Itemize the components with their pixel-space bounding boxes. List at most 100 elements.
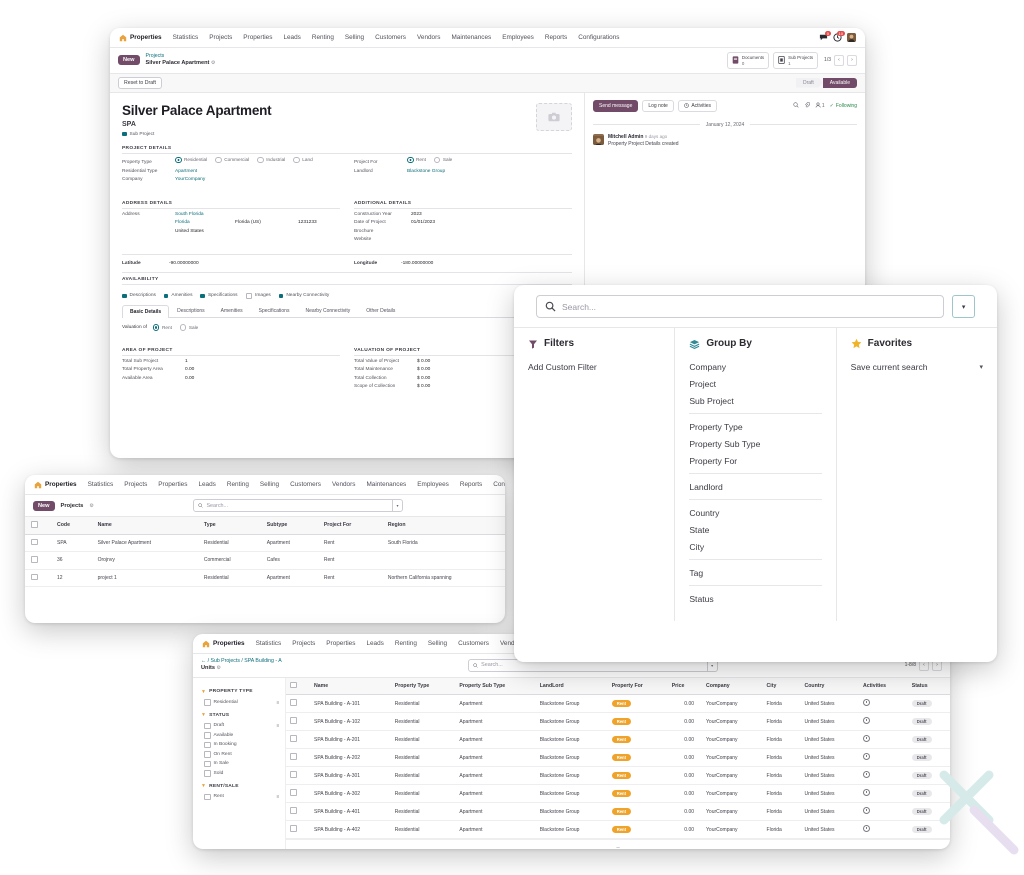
table-row[interactable]: 36 Orojnvy Commercial Cafes Rent (25, 551, 505, 570)
col-activities[interactable]: Activities (856, 677, 906, 696)
filter-item-available[interactable]: Available (201, 731, 279, 741)
col-name[interactable]: Name (308, 677, 389, 696)
table-row[interactable]: 12 project 1 Residential Apartment Rent … (25, 569, 505, 587)
row-checkbox[interactable] (31, 538, 38, 545)
menu-selling[interactable]: Selling (345, 34, 364, 41)
activities-button[interactable]: Activities (677, 99, 718, 112)
col-price[interactable]: Price (665, 677, 701, 696)
address-zip[interactable]: 1231233 (298, 220, 317, 225)
menu2-leads[interactable]: Leads (198, 481, 215, 488)
messages-icon[interactable]: 0 (819, 31, 831, 42)
col-region[interactable]: Region (381, 517, 505, 535)
search-dropdown-toggle-2[interactable]: ▾ (392, 500, 398, 511)
chatter-attachment-icon[interactable] (804, 101, 810, 110)
app-brand-4[interactable]: Properties (202, 640, 245, 648)
tab-other-details[interactable]: Other Details (358, 304, 403, 317)
sub-project-checkbox-row[interactable]: Sub Project (122, 132, 536, 137)
menu2-selling[interactable]: Selling (260, 481, 279, 488)
groupby-property-for[interactable]: Property For (689, 452, 821, 469)
residential-type-value[interactable]: Apartment (175, 169, 197, 174)
row-checkbox[interactable] (31, 573, 38, 580)
cell-activities[interactable] (856, 820, 906, 840)
groupby-tag[interactable]: Tag (689, 564, 821, 581)
table-row[interactable]: SPA Building - A-301 Residential Apartment… (286, 766, 950, 786)
menu-configurations[interactable]: Configurations (578, 34, 619, 41)
menu4-leads[interactable]: Leads (366, 640, 383, 647)
table-row[interactable]: SPA Building - A-302 Residential Apartment… (286, 784, 950, 804)
search-input-2[interactable]: Search... ▾ (193, 499, 404, 512)
availability-images[interactable]: Images (245, 292, 271, 299)
radio-sale[interactable]: Sale (433, 156, 452, 163)
address-street[interactable]: South Florida (175, 212, 204, 217)
row-checkbox[interactable] (290, 825, 297, 832)
tab-nearby-connectivity[interactable]: Nearby Connectivity (297, 304, 358, 317)
filter-add-custom-filter[interactable]: Add Custom Filter (528, 358, 660, 375)
tab-descriptions[interactable]: Descriptions (169, 304, 213, 317)
availability-nearby-connectivity[interactable]: Nearby Connectivity (278, 293, 329, 300)
row-checkbox[interactable] (290, 753, 297, 760)
activities-icon[interactable]: 10 (833, 31, 845, 42)
breadcrumb-parent[interactable]: Projects (146, 53, 216, 60)
col-city[interactable]: City (760, 677, 799, 696)
cell-activities[interactable] (856, 730, 906, 750)
cell-activities[interactable] (856, 784, 906, 804)
menu2-employees[interactable]: Employees (417, 481, 449, 488)
row-checkbox[interactable] (290, 807, 297, 814)
col-company[interactable]: Company (700, 677, 761, 696)
groupby-company[interactable]: Company (689, 358, 821, 375)
pager-prev-button[interactable]: ‹ (834, 54, 844, 66)
col-type[interactable]: Type (197, 517, 261, 535)
gear-icon[interactable]: ⚙ (211, 60, 215, 66)
tab-specifications[interactable]: Specifications (251, 304, 298, 317)
groupby-landlord[interactable]: Landlord (689, 478, 821, 495)
followers-count[interactable]: 1 (815, 102, 825, 109)
image-placeholder[interactable] (536, 102, 572, 131)
status-available[interactable]: Available (822, 77, 857, 88)
cell-activities[interactable] (856, 748, 906, 768)
radio-residential[interactable]: Residential (175, 156, 207, 163)
radio-industrial[interactable]: Industrial (257, 156, 285, 163)
menu2-renting[interactable]: Renting (227, 481, 249, 488)
radio-valuation-sale[interactable]: Sale (179, 324, 198, 331)
filter-item-on-rent[interactable]: On Rent (201, 750, 279, 760)
groupby-status[interactable]: Status (689, 590, 821, 607)
menu4-selling[interactable]: Selling (428, 640, 447, 647)
radio-valuation-rent[interactable]: Rent (152, 324, 172, 331)
table-row[interactable]: SPA Building - A-102 Residential Apartment… (286, 712, 950, 732)
table-row[interactable]: SPA Building - A-401 Residential Apartment… (286, 802, 950, 822)
table-row[interactable]: SPA Building - A-101 Residential Apartment… (286, 694, 950, 714)
dialog-search-input[interactable]: Search... (536, 295, 945, 318)
table-row[interactable]: SPA Building - A-202 Residential Apartment… (286, 748, 950, 768)
landlord-value[interactable]: Blackstone Group (407, 169, 445, 174)
menu2-projects[interactable]: Projects (124, 481, 147, 488)
menu2-reports[interactable]: Reports (460, 481, 482, 488)
menu-reports[interactable]: Reports (545, 34, 567, 41)
table-row[interactable]: SPA Building - A-201 Residential Apartment… (286, 730, 950, 750)
cell-activities[interactable] (856, 802, 906, 822)
col-code[interactable]: Code (51, 517, 92, 535)
new-button[interactable]: New (118, 55, 140, 66)
stat-button-sub-projects[interactable]: Sub Projects 1 (773, 52, 819, 69)
new-button-2[interactable]: New (33, 500, 55, 511)
menu-properties[interactable]: Properties (243, 34, 272, 41)
filter-item-in-booking[interactable]: In Booking (201, 740, 279, 750)
breadcrumb-sub-projects[interactable]: Sub Projects (211, 658, 240, 664)
company-value[interactable]: YourCompany (175, 177, 205, 182)
app-brand-2[interactable]: Properties (34, 481, 77, 489)
following-toggle[interactable]: ✓ Following (830, 103, 857, 109)
table-row[interactable]: SPA Building - A-402 Residential Apartment… (286, 820, 950, 840)
menu-statistics[interactable]: Statistics (173, 34, 199, 41)
availability-amenities[interactable]: Amenities (163, 293, 192, 300)
col-property-sub-type[interactable]: Property Sub Type (453, 677, 534, 696)
address-state[interactable]: Florida (US) (235, 220, 293, 225)
col-project-for[interactable]: Project For (317, 517, 382, 535)
dialog-dropdown-toggle[interactable]: ▾ (952, 295, 975, 318)
groupby-sub-project[interactable]: Sub Project (689, 392, 821, 409)
pager-next-button[interactable]: › (847, 54, 857, 66)
menu4-customers[interactable]: Customers (458, 640, 489, 647)
row-checkbox[interactable] (31, 556, 38, 563)
menu2-maintenances[interactable]: Maintenances (366, 481, 406, 488)
groupby-property-sub-type[interactable]: Property Sub Type (689, 435, 821, 452)
cell-activities[interactable] (856, 766, 906, 786)
menu4-statistics[interactable]: Statistics (256, 640, 282, 647)
